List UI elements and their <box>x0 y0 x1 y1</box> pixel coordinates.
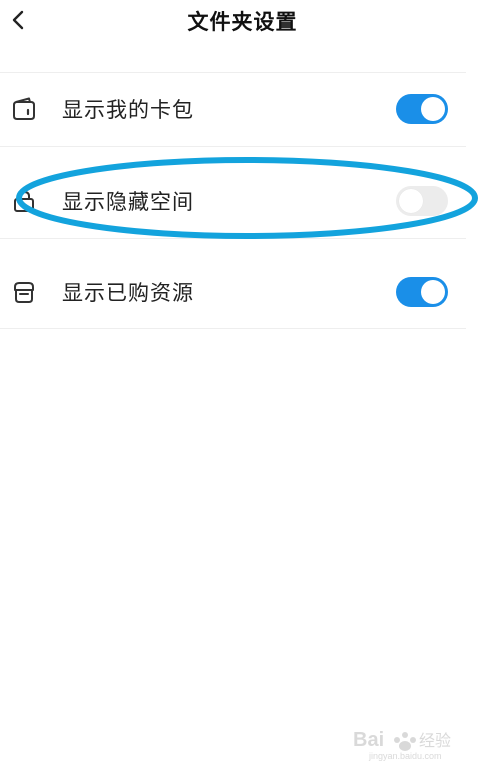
toggle-knob <box>421 280 445 304</box>
header: 文件夹设置 <box>0 0 485 44</box>
wallet-icon <box>13 97 35 120</box>
toggle-knob <box>399 189 423 213</box>
store-icon <box>14 282 34 303</box>
svg-text:经验: 经验 <box>419 731 451 750</box>
lock-icon <box>14 190 34 212</box>
setting-label: 显示隐藏空间 <box>62 190 194 214</box>
setting-label: 显示我的卡包 <box>62 98 194 122</box>
setting-row-hidden-space: 显示隐藏空间 <box>0 173 485 229</box>
watermark-logo: Bai 经验 jingyan.baidu.com <box>353 729 451 761</box>
setting-row-purchased-resources: 显示已购资源 <box>0 264 485 320</box>
page-title: 文件夹设置 <box>187 10 298 34</box>
divider <box>0 328 466 329</box>
divider <box>0 146 466 147</box>
svg-text:Bai: Bai <box>353 729 384 751</box>
toggle-knob <box>421 97 445 121</box>
divider <box>0 238 466 239</box>
svg-text:jingyan.baidu.com: jingyan.baidu.com <box>368 751 442 761</box>
setting-row-card-wallet: 显示我的卡包 <box>0 81 485 137</box>
purchased-resources-toggle[interactable] <box>396 277 448 307</box>
setting-label: 显示已购资源 <box>62 281 194 305</box>
baidu-jingyan-watermark: Bai 经验 jingyan.baidu.com <box>351 722 471 762</box>
divider <box>0 72 466 73</box>
card-wallet-toggle[interactable] <box>396 94 448 124</box>
hidden-space-toggle[interactable] <box>396 186 448 216</box>
